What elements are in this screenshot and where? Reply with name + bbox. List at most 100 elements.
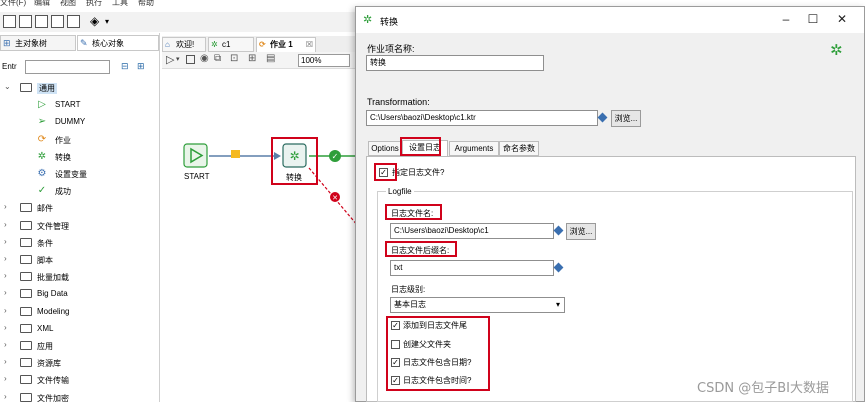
maximize-icon[interactable]: ☐ <box>803 12 823 28</box>
tree-item[interactable]: › 脚本 <box>0 251 158 268</box>
chevron-right-icon[interactable]: › <box>4 374 7 383</box>
tree-item[interactable]: › 资源库 <box>0 354 158 371</box>
new-file-icon[interactable] <box>3 15 16 28</box>
tree-item[interactable]: › 文件加密 <box>0 389 158 402</box>
tree-item[interactable]: › 批量加载 <box>0 268 158 285</box>
chevron-right-icon[interactable]: › <box>4 220 7 229</box>
close-tab-icon[interactable]: ☒ <box>306 38 313 52</box>
explore-icon[interactable] <box>35 15 48 28</box>
transform-node-label: 转换 <box>286 173 302 182</box>
menu-tools[interactable]: 工具 <box>112 0 128 8</box>
specify-logfile-checkbox[interactable]: ✓ <box>379 168 388 177</box>
menu-edit[interactable]: 编辑 <box>34 0 50 8</box>
save-as-icon[interactable] <box>67 15 80 28</box>
layers-icon[interactable]: ◈ <box>90 15 103 28</box>
chevron-right-icon[interactable]: › <box>4 357 7 366</box>
menu-run[interactable]: 执行 <box>86 0 102 8</box>
expand-tree-icon[interactable]: ⊞ <box>137 61 148 72</box>
folder-icon <box>20 306 32 316</box>
close-icon[interactable]: ✕ <box>832 12 852 28</box>
job-canvas[interactable]: ✲ ✓ ✕ START 转换 <box>162 70 358 402</box>
tree-subitem-label: 作业 <box>55 135 71 145</box>
browse-logfile-button[interactable]: 浏览... <box>566 223 596 240</box>
open-folder-icon[interactable] <box>19 15 32 28</box>
tab-welcome[interactable]: ⌂ 欢迎! <box>162 37 206 52</box>
chevron-right-icon[interactable]: › <box>4 306 7 315</box>
tab-core-objects[interactable]: ✎ 核心对象 <box>77 35 159 51</box>
logfile-ext-input[interactable]: txt <box>390 260 554 276</box>
search-input[interactable] <box>25 60 110 74</box>
tab-arguments[interactable]: Arguments <box>449 141 499 156</box>
job-entry-name-input[interactable]: 转换 <box>366 55 544 71</box>
tab-main-object-tree[interactable]: ⊞ 主对象树 <box>0 35 76 51</box>
tree-subitem[interactable]: ▷ START <box>0 96 158 113</box>
dialog-title: 转换 <box>380 17 399 27</box>
dialog-titlebar: ✲ 转换 – ☐ ✕ <box>356 7 864 33</box>
folder-icon <box>20 375 32 385</box>
transformation-icon: ✲ <box>211 40 218 49</box>
tab-options[interactable]: Options <box>368 141 402 156</box>
start-node-icon[interactable] <box>183 143 208 168</box>
tab-named-parameters[interactable]: 命名参数 <box>499 141 539 156</box>
tab-job-1[interactable]: ⟳ 作业 1 ☒ <box>256 37 316 52</box>
tree-subitem[interactable]: ✓ 成功 <box>0 182 158 199</box>
append-logfile-label: 添加到日志文件尾 <box>403 321 467 330</box>
chevron-right-icon[interactable]: › <box>4 323 7 332</box>
job-entry-name-value: 转换 <box>370 58 386 67</box>
tree-subitem[interactable]: ⚙ 设置变量 <box>0 165 158 182</box>
transformation-label: Transformation: <box>367 97 430 107</box>
chevron-right-icon[interactable]: › <box>4 288 7 297</box>
include-time-checkbox[interactable]: ✓ <box>391 376 400 385</box>
folder-icon <box>20 255 32 264</box>
stop-icon[interactable] <box>186 55 195 64</box>
tree-subitem[interactable]: ➢ DUMMY <box>0 113 158 130</box>
logfile-ext-label: 日志文件后缀名: <box>391 246 450 255</box>
start-node-label: START <box>184 172 210 181</box>
tree-item[interactable]: › 文件管理 <box>0 217 158 234</box>
tree-item[interactable]: › Big Data <box>0 285 158 302</box>
specify-logfile-label: 指定日志文件? <box>392 168 445 177</box>
chevron-right-icon[interactable]: › <box>4 202 7 211</box>
preview-icon[interactable]: ◉ <box>200 53 209 64</box>
tree-item[interactable]: ⌄ 通用 <box>0 79 158 96</box>
menu-file[interactable]: 文件(F) <box>0 0 26 8</box>
tab-logging[interactable]: 设置日志 <box>402 140 448 156</box>
chevron-right-icon[interactable]: › <box>4 237 7 246</box>
checkmark-icon: ✓ <box>392 376 399 385</box>
collapse-tree-icon[interactable]: ⊟ <box>121 61 132 72</box>
impact-icon[interactable]: ⊞ <box>248 53 256 64</box>
check-icon[interactable]: ⊡ <box>230 53 238 64</box>
chevron-right-icon[interactable]: › <box>4 254 7 263</box>
log-level-select[interactable]: 基本日志 ▾ <box>390 297 565 313</box>
chevron-down-icon[interactable]: ▾ <box>105 15 118 28</box>
tree-item[interactable]: › 条件 <box>0 234 158 251</box>
zoom-select[interactable]: 100% <box>298 54 350 67</box>
tab-c1[interactable]: ✲ c1 <box>208 37 254 52</box>
tree-item[interactable]: › 应用 <box>0 337 158 354</box>
tree-item[interactable]: › XML <box>0 320 158 337</box>
tree-item[interactable]: › 邮件 <box>0 199 158 216</box>
tree-subitem[interactable]: ⟳ 作业 <box>0 131 158 148</box>
menu-view[interactable]: 视图 <box>60 0 76 8</box>
browse-transformation-button[interactable]: 浏览... <box>611 110 641 127</box>
tree-item[interactable]: › Modeling <box>0 303 158 320</box>
chevron-right-icon[interactable]: › <box>4 340 7 349</box>
sql-icon[interactable]: ▤ <box>266 53 275 64</box>
minimize-icon[interactable]: – <box>776 12 796 28</box>
chevron-down-icon[interactable]: ⌄ <box>4 82 11 91</box>
transformation-path-input[interactable]: C:\Users\baozi\Desktop\c1.ktr <box>366 110 598 126</box>
append-logfile-checkbox[interactable]: ✓ <box>391 321 400 330</box>
run-icon[interactable]: ▷ <box>166 53 174 66</box>
include-date-checkbox[interactable]: ✓ <box>391 358 400 367</box>
chevron-right-icon[interactable]: › <box>4 271 7 280</box>
debug-icon[interactable]: ⧉ <box>214 53 221 64</box>
logfile-name-input[interactable]: C:\Users\baozi\Desktop\c1 <box>390 223 554 239</box>
chevron-right-icon[interactable]: › <box>4 392 7 401</box>
run-options-chevron-icon[interactable]: ▾ <box>176 55 180 63</box>
tree-subitem[interactable]: ✲ 转换 <box>0 148 158 165</box>
canvas-graphics: ✲ ✓ ✕ <box>183 143 358 227</box>
save-icon[interactable] <box>51 15 64 28</box>
create-parent-folder-checkbox[interactable] <box>391 340 400 349</box>
menu-help[interactable]: 帮助 <box>138 0 154 8</box>
tree-item[interactable]: › 文件传输 <box>0 371 158 388</box>
